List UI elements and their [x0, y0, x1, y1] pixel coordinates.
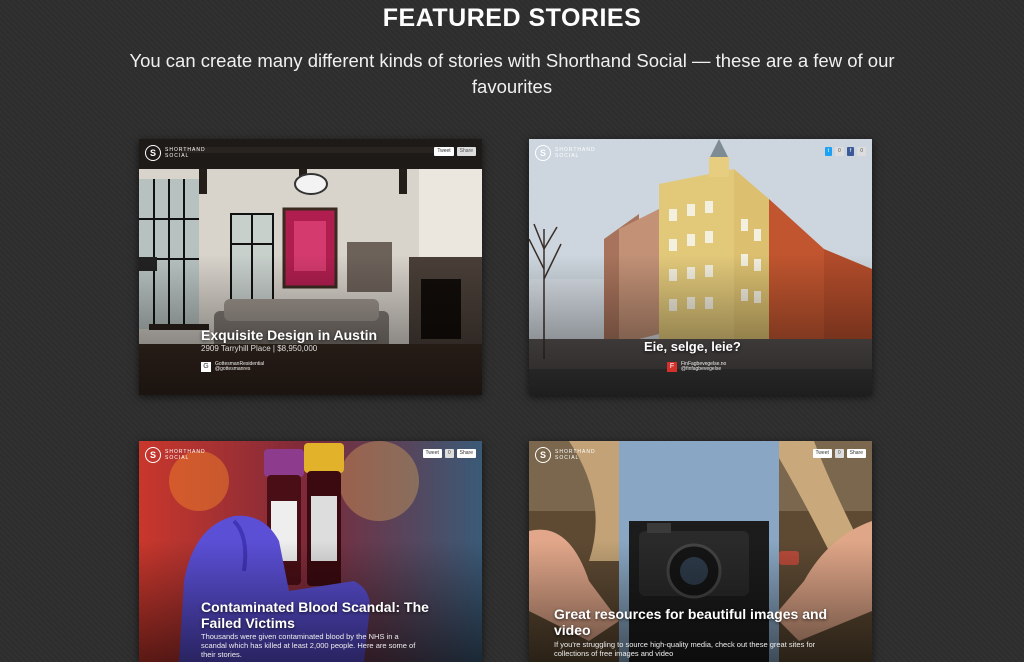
story-description: Thousands were given contaminated blood …	[201, 632, 416, 659]
story-card-resources[interactable]: S SHORTHAND SOCIAL Tweet 0 Share Great r…	[529, 441, 872, 662]
story-card-oslo[interactable]: S SHORTHAND SOCIAL t 0 f 0 Eie, selge, l…	[529, 139, 872, 395]
story-title[interactable]: Eie, selge, leie?	[644, 339, 741, 354]
share-bar: t 0 f 0	[824, 147, 866, 156]
intro-text: You can create many different kinds of s…	[129, 50, 895, 97]
tweet-button[interactable]: Tweet	[434, 147, 454, 156]
story-title[interactable]: Contaminated Blood Scandal: The Failed V…	[201, 599, 461, 631]
shorthand-brand: S SHORTHAND SOCIAL	[535, 447, 607, 463]
share-bar: Tweet 0 Share	[422, 449, 476, 458]
share-button[interactable]: Share	[456, 449, 476, 458]
story-meta: 2909 Tarryhill Place | $8,950,000	[201, 344, 318, 353]
tweet-count: 0	[444, 449, 454, 458]
image-shade	[139, 139, 482, 395]
facebook-icon[interactable]: f	[846, 147, 855, 156]
story-card-blood[interactable]: S SHORTHAND SOCIAL Tweet 0 Share Contami…	[139, 441, 482, 662]
share-bar: Tweet 0 Share	[812, 449, 866, 458]
story-author[interactable]: F FinFagbevegelse.no @finfagbevegelse	[667, 362, 726, 372]
tweet-count: 0	[835, 147, 844, 156]
brand-name: SHORTHAND SOCIAL	[555, 147, 596, 159]
shorthand-logo-icon: S	[535, 447, 551, 463]
share-button[interactable]: Share	[846, 449, 866, 458]
author-handle: @finfagbevegelse	[681, 366, 722, 372]
story-description: If you're struggling to source high-qual…	[554, 640, 816, 658]
shorthand-logo-icon: S	[145, 447, 161, 463]
story-title[interactable]: Exquisite Design in Austin	[201, 327, 377, 343]
twitter-icon[interactable]: t	[824, 147, 833, 156]
shorthand-logo-icon: S	[145, 145, 161, 161]
story-card-austin[interactable]: S SHORTHAND SOCIAL Tweet Share Exquisite…	[139, 139, 482, 395]
shorthand-brand: S SHORTHAND SOCIAL	[535, 145, 607, 161]
brand-name: SHORTHAND SOCIAL	[165, 147, 206, 159]
author-avatar: F	[667, 362, 677, 372]
tweet-count: 0	[834, 449, 844, 458]
shorthand-logo-icon: S	[535, 145, 551, 161]
share-count: 0	[857, 147, 866, 156]
author-avatar: G	[201, 362, 211, 372]
tweet-button[interactable]: Tweet	[422, 449, 442, 458]
author-handle: @gottesmanres	[215, 366, 251, 372]
brand-name: SHORTHAND SOCIAL	[555, 449, 596, 461]
shorthand-brand: S SHORTHAND SOCIAL	[145, 447, 217, 463]
share-bar: Tweet Share	[434, 147, 476, 156]
share-button[interactable]: Share	[456, 147, 476, 156]
image-shade	[529, 139, 872, 395]
brand-name: SHORTHAND SOCIAL	[165, 449, 206, 461]
tweet-button[interactable]: Tweet	[812, 449, 832, 458]
shorthand-brand: S SHORTHAND SOCIAL	[145, 145, 217, 161]
story-title[interactable]: Great resources for beautiful images and…	[554, 606, 844, 638]
page-title: FEATURED STORIES	[382, 4, 642, 32]
story-author[interactable]: G GottesmanResidential @gottesmanres	[201, 362, 264, 372]
